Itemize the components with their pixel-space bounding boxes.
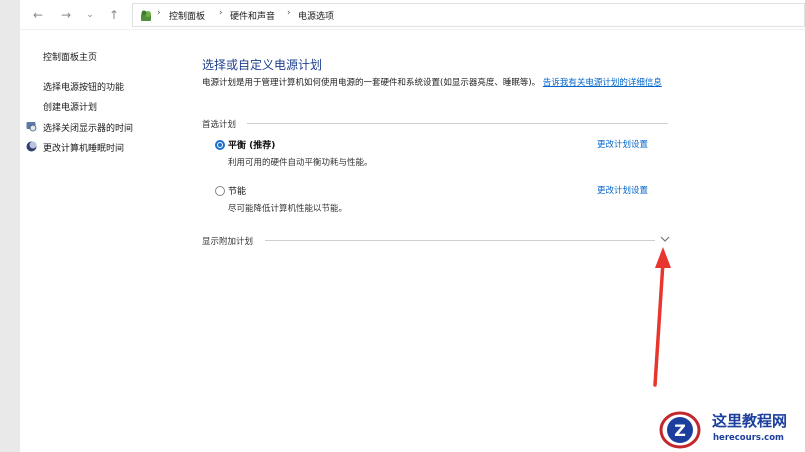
description-text: 电源计划是用于管理计算机如何使用电源的一套硬件和系统设置(如显示器亮度、睡眠等)… [202,78,541,88]
sidebar-link-create-plan[interactable]: 创建电源计划 [43,100,97,113]
breadcrumb-hardware-sound[interactable]: 硬件和声音 [230,9,275,22]
sidebar-home-link[interactable]: 控制面板主页 [43,50,97,63]
breadcrumb-control-panel[interactable]: 控制面板 [169,9,205,22]
back-arrow-icon[interactable]: ← [30,7,46,23]
navigation-bar: ← → ⌄ ↑ › 控制面板 › 硬件和声音 › 电源选项 [20,0,805,30]
breadcrumb-separator: › [157,8,161,18]
breadcrumb-separator: › [287,8,291,18]
preferred-plans-label: 首选计划 [202,120,237,130]
breadcrumb-power-options[interactable]: 电源选项 [298,9,334,22]
plan-balanced-name[interactable]: 平衡 (推荐) [228,138,275,151]
forward-arrow-icon[interactable]: → [58,7,74,23]
control-panel-icon [141,10,151,21]
main-content: 选择或自定义电源计划 电源计划是用于管理计算机如何使用电源的一套硬件和系统设置(… [185,30,805,452]
plan-power-saver-settings-link[interactable]: 更改计划设置 [597,184,648,196]
watermark-logo: Z [659,411,701,449]
show-additional-plans-label[interactable]: 显示附加计划 [202,235,253,247]
expand-chevron-icon[interactable] [659,234,671,244]
sidebar: 控制面板主页 选择电源按钮的功能 创建电源计划 选择关闭显示器的时间 更改计算机… [20,30,185,452]
svg-text:Z: Z [674,421,686,440]
plan-balanced-desc: 利用可用的硬件自动平衡功耗与性能。 [228,158,373,168]
plan-power-saver-radio[interactable] [215,186,225,196]
watermark-url: herecours.com [713,433,784,443]
up-arrow-icon[interactable]: ↑ [106,7,122,23]
monitor-clock-icon [26,122,37,132]
power-plan-help-link[interactable]: 告诉我有关电源计划的详细信息 [543,78,662,88]
address-bar[interactable]: › 控制面板 › 硬件和声音 › 电源选项 [132,3,805,27]
window-left-edge [0,0,20,452]
plan-balanced-radio[interactable] [215,140,225,150]
moon-sleep-icon [26,141,37,152]
plan-power-saver-desc: 尽可能降低计算机性能以节能。 [228,204,348,214]
page-description: 电源计划是用于管理计算机如何使用电源的一套硬件和系统设置(如显示器亮度、睡眠等)… [202,77,672,90]
plan-power-saver-name[interactable]: 节能 [228,184,246,197]
recent-locations-chevron-icon[interactable]: ⌄ [82,7,98,23]
breadcrumb-separator: › [219,8,223,18]
section-divider [265,240,655,241]
sidebar-link-power-buttons[interactable]: 选择电源按钮的功能 [43,80,124,93]
plan-balanced-settings-link[interactable]: 更改计划设置 [597,138,648,150]
page-title: 选择或自定义电源计划 [202,58,323,72]
section-divider [247,123,668,124]
sidebar-link-display-off[interactable]: 选择关闭显示器的时间 [43,121,133,134]
sidebar-link-sleep-time[interactable]: 更改计算机睡眠时间 [43,141,124,154]
watermark-title: 这里教程网 [712,412,788,430]
watermark: Z 这里教程网 herecours.com [656,408,805,452]
